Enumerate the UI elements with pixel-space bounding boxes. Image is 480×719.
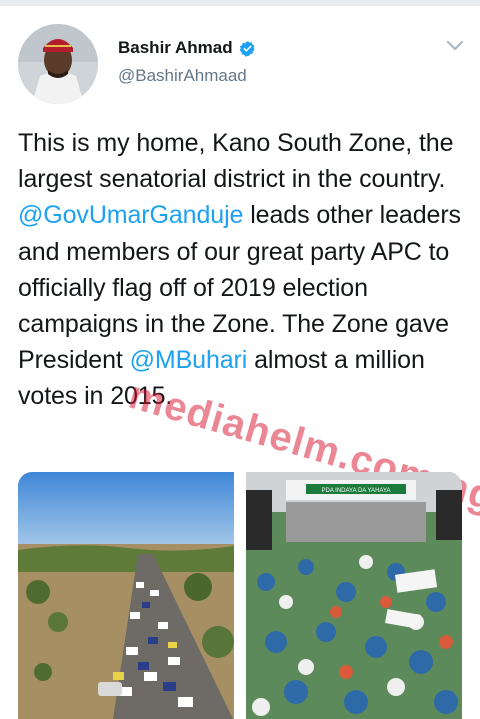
avatar[interactable] xyxy=(18,24,98,104)
author-handle[interactable]: @BashirAhmaad xyxy=(118,66,247,86)
rally-crowd-photo[interactable]: PDA INDAYA DA YAHAYA xyxy=(246,472,462,719)
tweet-body: This is my home, Kano South Zone, the la… xyxy=(18,125,468,415)
road-convoy-photo[interactable] xyxy=(18,472,234,719)
mention-link-ganduje[interactable]: @GovUmarGanduje xyxy=(18,201,243,229)
chevron-down-icon[interactable] xyxy=(444,34,466,56)
rally-crowd-image: PDA INDAYA DA YAHAYA xyxy=(246,472,462,719)
avatar-image xyxy=(18,24,98,104)
tweet-text-segment: This is my home, Kano South Zone, the la… xyxy=(18,129,454,194)
top-divider xyxy=(0,0,480,6)
verified-badge-icon xyxy=(239,40,255,57)
author-display-name[interactable]: Bashir Ahmad xyxy=(118,38,233,58)
mention-link-buhari[interactable]: @MBuhari xyxy=(130,346,248,374)
rally-banner-text: PDA INDAYA DA YAHAYA xyxy=(321,488,390,494)
author-name-row[interactable]: Bashir Ahmad xyxy=(118,38,256,58)
road-convoy-image xyxy=(18,472,234,719)
